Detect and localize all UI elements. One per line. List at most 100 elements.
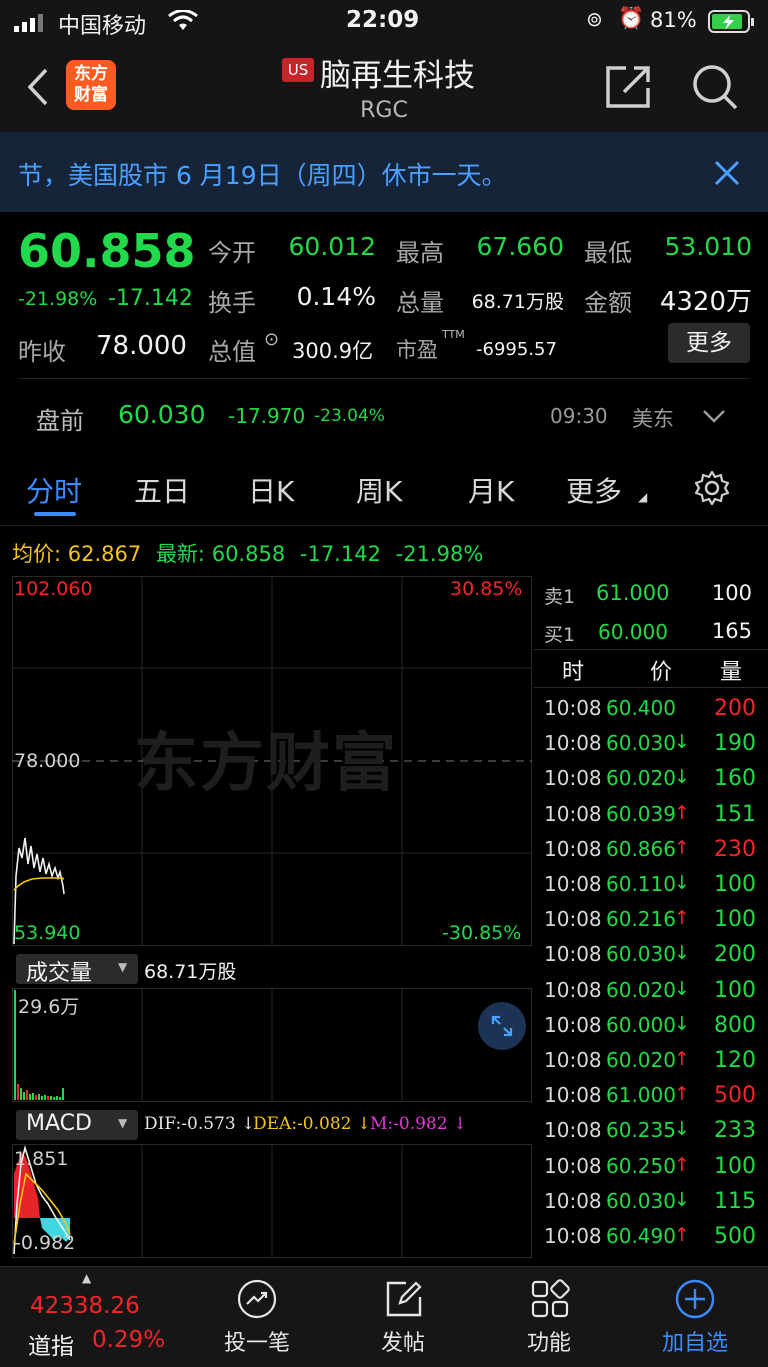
change-percent: -21.98% [18,288,98,310]
top-price-label: 102.060 [14,578,93,600]
trade-qty: 800 [714,1012,756,1038]
trade-row: 10:08 60.400 200 [0,696,768,730]
volume-label: 总量 [396,289,444,317]
signal-icon [14,14,43,32]
trade-qty: 151 [714,801,756,827]
chart-area: 均价: 62.867 最新: 60.858 -17.142 -21.98% 东方… [0,526,768,1266]
add-watchlist-button[interactable]: 加自选 [620,1267,768,1367]
battery-percent: 81% [650,8,697,32]
trade-price: 60.866 [606,836,676,861]
trade-button[interactable]: 投一笔 [182,1267,332,1367]
low-label: 最低 [584,239,632,267]
mktcap-label: 总值 [208,338,256,366]
trade-qty: 100 [714,872,756,897]
col-qty: 量 [720,660,743,685]
trade-time: 10:08 [544,1153,602,1178]
trades-list[interactable]: 10:08 60.400 200 10:08 60.030 ↓ 190 10:08 60.020… [0,688,768,1266]
premarket-price: 60.030 [118,400,206,429]
bottom-bar: ▲ 42338.26 道指 0.29% 投一笔 发帖 功能 加自选 [0,1266,768,1367]
trade-time: 10:08 [544,731,602,756]
latest-value: 60.858 [211,542,286,566]
pe-label: 市盈 [396,338,438,362]
trade-arrow-icon: ↑ [674,1153,690,1176]
tab-monthly-k[interactable]: 月K [468,470,514,510]
tab-more[interactable]: 更多 [566,470,622,510]
tab-five-day[interactable]: 五日 [134,470,190,510]
trade-time: 10:08 [544,1224,602,1248]
amount-value: 4320万 [659,287,752,317]
low-value: 53.010 [664,232,752,261]
stock-name: 脑再生科技 [320,58,475,94]
trade-row: 10:08 60.490 ↑ 500 [0,1224,768,1258]
trade-row: 10:08 60.030 ↓ 190 [0,731,768,765]
trade-qty: 100 [714,907,756,933]
trade-row: 10:08 60.866 ↑ 230 [0,837,768,871]
pe-ttm-sup: TTM [442,328,465,341]
trade-time: 10:08 [544,1048,602,1072]
index-name[interactable]: 道指 [28,1327,74,1361]
index-pct[interactable]: 0.29% [92,1327,165,1353]
current-price: 60.858 [18,224,196,278]
trade-price: 60.400 [606,696,676,720]
market-badge: US [282,58,314,82]
trade-arrow-icon: ↑ [674,907,690,930]
premarket-zone: 美东 [632,407,674,431]
settings-gear-icon[interactable] [694,470,730,506]
trade-arrow-icon: ↓ [674,872,690,894]
trade-price: 60.110 [606,872,676,896]
trade-qty: 160 [714,766,756,792]
post-button[interactable]: 发帖 [328,1267,478,1367]
post-label: 发帖 [380,1331,425,1356]
trade-time: 10:08 [544,1188,602,1213]
trade-row: 10:08 60.020 ↓ 100 [0,978,768,1012]
trade-price: 60.030 [606,731,676,756]
top-pct-label: 30.85% [450,578,523,600]
trade-time: 10:08 [544,872,602,896]
more-button[interactable]: 更多 [668,323,750,363]
close-icon[interactable] [714,160,740,186]
trade-arrow-icon: ↑ [674,1224,690,1246]
info-icon[interactable]: ⊙ [264,329,279,350]
trade-row: 10:08 60.110 ↓ 100 [0,872,768,906]
trade-qty: 500 [714,1083,756,1109]
avg-value: 62.867 [67,542,142,566]
clock-label: 22:09 [346,7,420,33]
tab-weekly-k[interactable]: 周K [356,470,402,510]
functions-button[interactable]: 功能 [474,1267,624,1367]
trade-qty: 200 [714,942,756,968]
trade-price: 60.000 [606,1012,676,1037]
buy-price: 60.000 [598,620,668,644]
premarket-pct: -23.04% [314,406,385,426]
trade-time: 10:08 [544,1118,602,1143]
latest-change: -17.142 [299,542,381,566]
trade-row: 10:08 60.030 ↓ 115 [0,1189,768,1223]
notice-banner[interactable]: 节，美国股市 6 月19日（周四）休市一天。 [0,132,768,212]
index-value[interactable]: 42338.26 [30,1293,140,1319]
open-label: 今开 [208,239,256,267]
trade-arrow-icon: ↓ [674,977,690,1000]
tab-intraday[interactable]: 分时 [26,470,82,510]
trade-arrow-icon: ↑ [674,801,690,824]
trade-price: 60.039 [606,801,676,826]
trade-time: 10:08 [544,1012,602,1037]
chevron-down-icon[interactable] [702,408,726,424]
share-icon[interactable] [604,64,652,110]
trade-qty: 200 [714,696,756,721]
col-price: 价 [650,660,673,685]
carrier-label: 中国移动 [58,14,147,39]
stock-ticker: RGC [360,98,408,123]
trade-row: 10:08 60.235 ↓ 233 [0,1118,768,1152]
battery-icon [708,10,754,33]
trades-header: 时 价 量 [534,650,768,688]
grid-icon [531,1279,570,1318]
trade-label: 投一笔 [223,1331,290,1356]
trade-qty: 100 [714,977,756,1003]
trade-time: 10:08 [544,801,602,826]
trade-arrow-icon: ↑ [674,1048,690,1070]
search-icon[interactable] [690,62,740,112]
nav-header: 东方 财富 US 脑再生科技 RGC [0,46,768,132]
add-watchlist-label: 加自选 [661,1331,728,1356]
volume-value: 68.71万股 [471,291,564,313]
tab-daily-k[interactable]: 日K [248,470,294,510]
trade-time: 10:08 [544,696,602,720]
